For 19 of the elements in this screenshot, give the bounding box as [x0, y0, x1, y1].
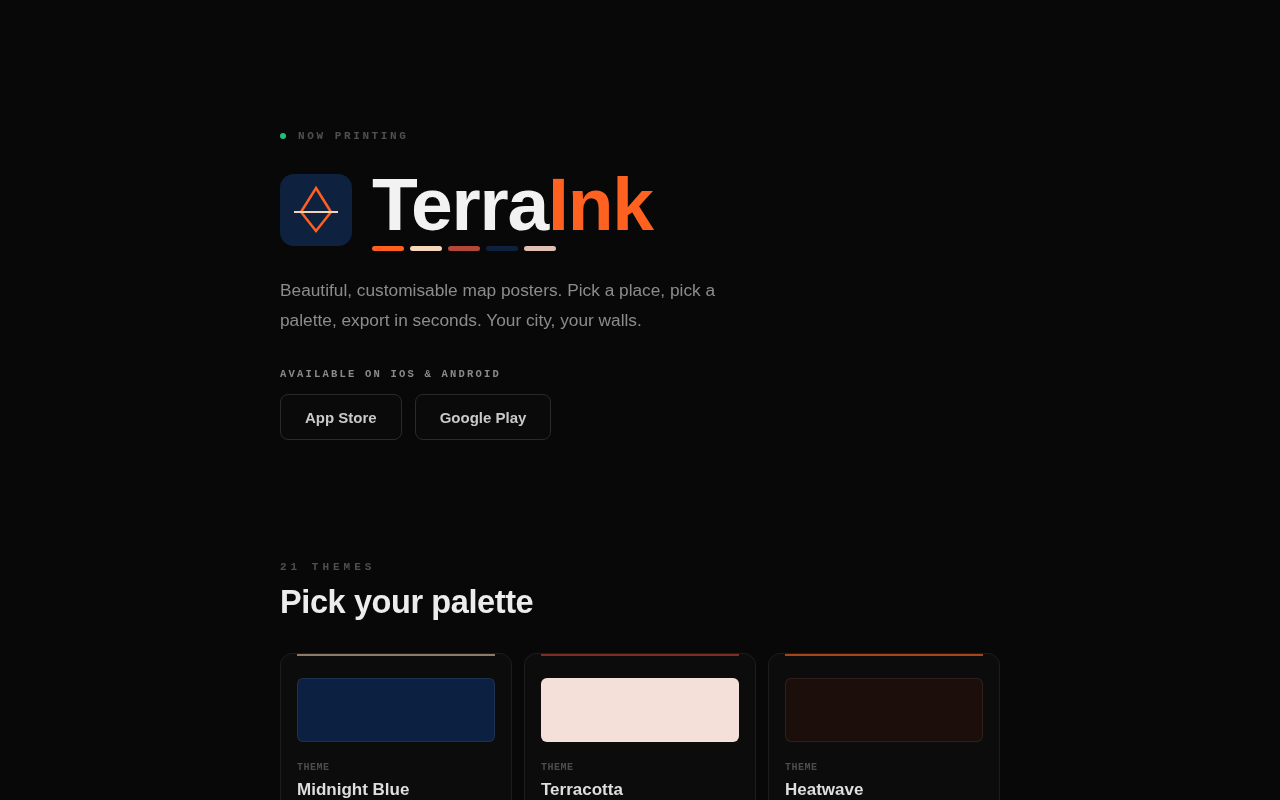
- status-label: NOW PRINTING: [298, 128, 409, 143]
- theme-card[interactable]: THEME Midnight Blue: [280, 653, 512, 800]
- section-heading: Pick your palette: [280, 583, 534, 622]
- app-title: TerraInk: [372, 174, 653, 234]
- theme-name: Heatwave: [785, 780, 864, 799]
- theme-card[interactable]: THEME Terracotta: [524, 653, 756, 800]
- description-text: Beautiful, customisable map posters. Pick a place, pick a palette, export in seconds. Your city, your walls.: [280, 279, 717, 332]
- store-button[interactable]: App Store: [280, 394, 402, 440]
- theme-count-label: 21 THEMES: [280, 560, 376, 574]
- theme-name: Terracotta: [541, 780, 623, 799]
- logo-icon: [280, 174, 352, 246]
- availability-label: AVAILABLE ON IOS & ANDROID: [280, 367, 502, 381]
- status-dot-icon: [280, 132, 286, 139]
- theme-name: Midnight Blue: [297, 780, 410, 799]
- theme-label: THEME: [297, 761, 330, 774]
- theme-card[interactable]: THEME Heatwave: [768, 653, 1000, 800]
- theme-label: THEME: [785, 761, 818, 774]
- theme-label: THEME: [541, 761, 574, 774]
- store-button[interactable]: Google Play: [414, 394, 552, 440]
